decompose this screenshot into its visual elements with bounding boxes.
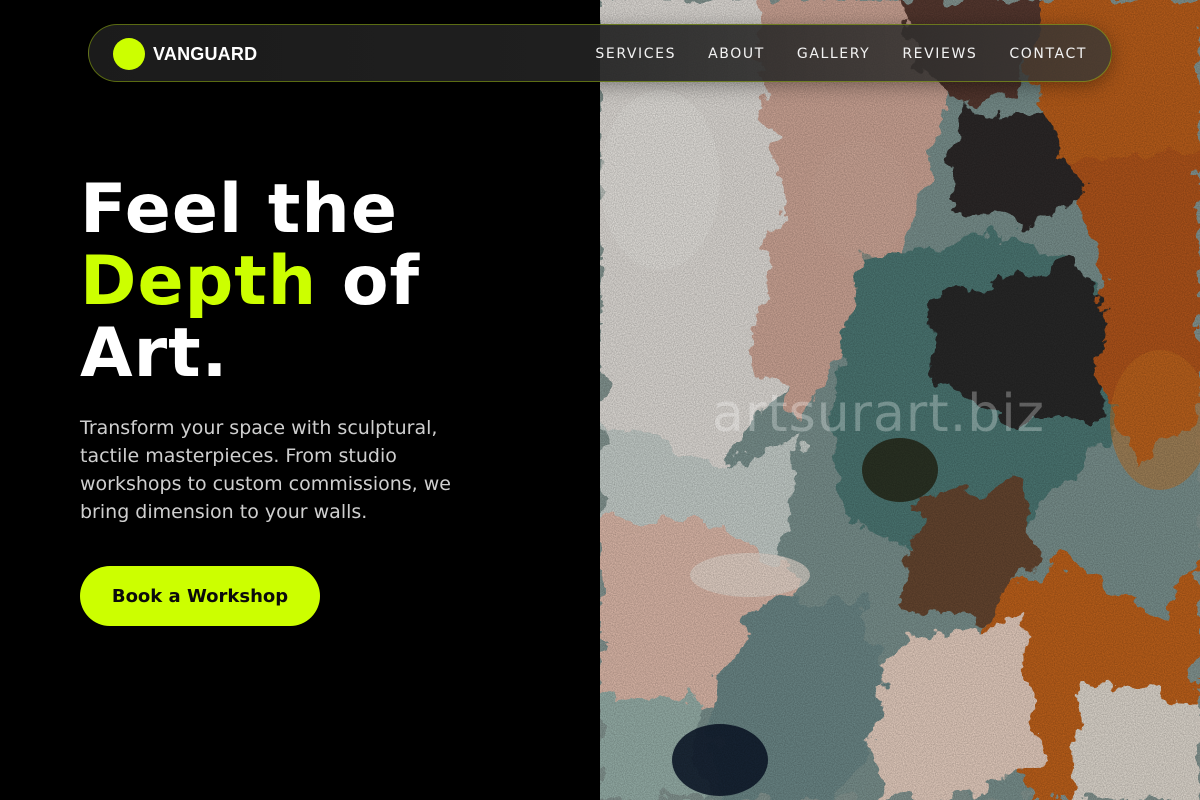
- hero-title-line1: Feel the: [80, 170, 398, 249]
- book-workshop-button[interactable]: Book a Workshop: [80, 566, 320, 626]
- watermark-text: artsurart.biz: [712, 384, 1045, 444]
- nav-link-about[interactable]: ABOUT: [708, 46, 765, 62]
- top-navbar: VANGUARD SERVICES ABOUT GALLERY REVIEWS …: [88, 24, 1112, 82]
- hero-title-line3: Art.: [80, 314, 229, 393]
- brand-name: VANGUARD: [153, 43, 258, 64]
- brand-dot-icon: [113, 38, 145, 70]
- brand-logo[interactable]: VANGUARD: [113, 37, 257, 71]
- hero-title: Feel the Depth of Art.: [80, 174, 580, 390]
- nav-link-gallery[interactable]: GALLERY: [797, 46, 870, 62]
- hero-painting-image: artsurart.biz: [600, 0, 1200, 800]
- hero-title-line2: of: [317, 242, 421, 321]
- hero-description: Transform your space with sculptural, ta…: [80, 417, 451, 523]
- nav-link-contact[interactable]: CONTACT: [1009, 46, 1087, 62]
- nav-link-reviews[interactable]: REVIEWS: [902, 46, 977, 62]
- nav-links: SERVICES ABOUT GALLERY REVIEWS CONTACT: [563, 25, 1087, 83]
- nav-link-services[interactable]: SERVICES: [595, 46, 676, 62]
- hero-title-accent: Depth: [80, 242, 318, 321]
